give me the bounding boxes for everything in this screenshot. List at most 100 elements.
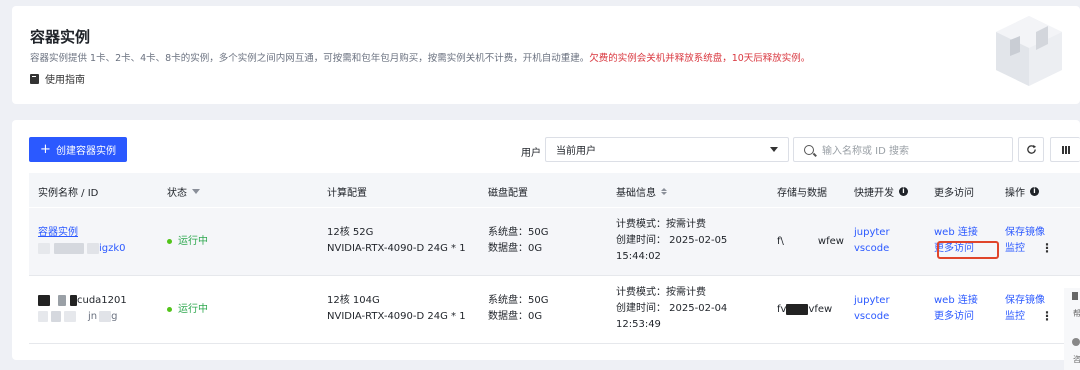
created-date-text: 创建时间： 2025-02-04	[616, 303, 728, 314]
basic-info-cell: 计费模式：按需计费 创建时间： 2025-02-04 12:53:49	[616, 285, 727, 333]
created-date-text: 创建时间： 2025-02-05	[616, 235, 728, 246]
user-guide-link[interactable]: 使用指南	[30, 71, 85, 86]
col-disk-label: 磁盘配置	[488, 188, 528, 199]
data-disk-text: 数据盘：0G	[488, 311, 543, 322]
instance-name[interactable]: cuda1201	[38, 293, 127, 309]
instance-id: jn g	[38, 309, 127, 325]
help-label: 帮	[1073, 309, 1080, 318]
redacted-block	[58, 294, 66, 306]
instance-name-cell: 容器实例 igzk0	[38, 225, 126, 257]
storage-text: vfew	[808, 304, 833, 315]
created-time-text: 15:44:02	[616, 251, 661, 262]
redacted-block	[38, 242, 50, 254]
container-illustration-icon	[996, 16, 1062, 86]
billing-mode-text: 计费模式：按需计费	[616, 219, 706, 230]
info-icon[interactable]: i	[899, 187, 908, 196]
redacted-block	[70, 294, 77, 306]
header-card: 容器实例 容器实例提供 1卡、2卡、4卡、8卡的实例，多个实例之间内网互通，可按…	[12, 6, 1080, 104]
col-basic-label: 基础信息	[616, 188, 656, 199]
quick-dev-cell: jupyter vscode	[854, 225, 890, 257]
page-title: 容器实例	[30, 28, 91, 46]
create-instance-button[interactable]: + 创建容器实例	[29, 137, 127, 162]
col-more-access-label: 更多访问	[934, 188, 974, 199]
redacted-block	[99, 310, 112, 322]
table-row: cuda1201 jn g 运行中 12核 104G NVIDIA-RTX-409…	[29, 276, 1080, 344]
save-image-link[interactable]: 保存镜像	[1005, 225, 1045, 241]
storage-text: f\	[777, 236, 784, 247]
search-input[interactable]: 输入名称或 ID 搜索	[793, 137, 1013, 162]
user-guide-label: 使用指南	[45, 75, 85, 86]
web-connect-link[interactable]: web 连接	[934, 225, 978, 241]
search-placeholder: 输入名称或 ID 搜索	[822, 146, 910, 157]
more-vertical-icon[interactable]: ⋮	[1041, 309, 1053, 323]
chat-icon	[1072, 338, 1080, 346]
storage-cell: fv vfew	[777, 302, 832, 318]
redacted-block	[38, 310, 48, 322]
data-disk-text: 数据盘：0G	[488, 243, 543, 254]
system-disk-text: 系统盘：50G	[488, 227, 549, 238]
col-storage: 存储与数据	[777, 184, 827, 199]
storage-cell: f\ wfew	[777, 234, 844, 250]
redacted-block	[786, 303, 809, 315]
compute-cell: 12核 104G NVIDIA-RTX-4090-D 24G * 1	[327, 293, 466, 325]
status-dot-icon	[167, 306, 172, 312]
disk-cell: 系统盘：50G 数据盘：0G	[488, 293, 548, 325]
plus-icon: +	[40, 142, 51, 157]
storage-text: fv	[777, 304, 787, 315]
col-storage-label: 存储与数据	[777, 188, 827, 199]
jupyter-link[interactable]: jupyter	[854, 225, 890, 241]
monitor-link[interactable]: 监控	[1005, 309, 1045, 325]
user-select[interactable]: 当前用户	[545, 137, 789, 162]
instance-id-suffix: igzk0	[99, 243, 126, 254]
instance-name-cell: cuda1201 jn g	[38, 293, 127, 325]
redacted-block	[51, 310, 61, 322]
billing-mode-text: 计费模式：按需计费	[616, 287, 706, 298]
save-image-link[interactable]: 保存镜像	[1005, 293, 1045, 309]
col-status-label: 状态	[167, 188, 187, 199]
help-icon	[1072, 292, 1078, 300]
instance-id: igzk0	[38, 241, 126, 257]
status-badge: 运行中	[167, 234, 208, 250]
vscode-link[interactable]: vscode	[854, 241, 890, 257]
table-row: 容器实例 igzk0 运行中 12核 52G NVIDIA-RTX-4090-D…	[29, 208, 1080, 276]
redacted-block	[38, 294, 50, 306]
redacted-block	[54, 242, 84, 254]
book-icon	[30, 73, 39, 84]
actions-cell: 保存镜像 监控	[1005, 293, 1045, 325]
sort-icon[interactable]	[661, 188, 667, 195]
more-vertical-icon[interactable]: ⋮	[1041, 241, 1053, 255]
col-quick-dev-label: 快捷开发	[854, 188, 894, 199]
monitor-link[interactable]: 监控	[1005, 241, 1045, 257]
disk-cell: 系统盘：50G 数据盘：0G	[488, 225, 548, 257]
col-name: 实例名称 / ID	[38, 184, 98, 199]
col-basic: 基础信息	[616, 184, 667, 199]
user-select-value: 当前用户	[556, 146, 596, 157]
redacted-block	[789, 235, 812, 247]
description-warning: 欠费的实例会关机并释放系统盘，10天后释放实例。	[589, 53, 811, 64]
instance-name-suffix: cuda1201	[77, 295, 127, 306]
jupyter-link[interactable]: jupyter	[854, 293, 890, 309]
actions-cell: 保存镜像 监控	[1005, 225, 1045, 257]
more-access-cell: web 连接 更多访问	[934, 293, 978, 325]
chevron-down-icon	[770, 147, 778, 152]
col-quick-dev: 快捷开发 i	[854, 184, 908, 199]
cpu-mem-text: 12核 104G	[327, 295, 380, 306]
floating-help-panel[interactable]: 帮 咨	[1064, 288, 1080, 370]
column-settings-button[interactable]	[1050, 137, 1080, 162]
col-name-label: 实例名称 / ID	[38, 188, 99, 199]
refresh-button[interactable]	[1018, 137, 1044, 162]
status-badge: 运行中	[167, 302, 208, 318]
status-dot-icon	[167, 238, 172, 244]
user-filter-label: 用户	[521, 148, 541, 159]
instance-name-link[interactable]: 容器实例	[38, 225, 126, 241]
info-icon[interactable]: i	[1030, 187, 1039, 196]
more-access-link[interactable]: 更多访问	[934, 309, 978, 325]
filter-icon[interactable]	[192, 189, 200, 194]
web-connect-link[interactable]: web 连接	[934, 293, 978, 309]
col-actions-label: 操作	[1005, 188, 1025, 199]
created-time-text: 12:53:49	[616, 319, 661, 330]
vscode-link[interactable]: vscode	[854, 309, 890, 325]
search-icon	[804, 144, 814, 155]
columns-icon	[1061, 145, 1070, 154]
instance-list-card: + 创建容器实例 用户 当前用户 输入名称或 ID 搜索 实例名称 / ID 状…	[12, 120, 1080, 360]
